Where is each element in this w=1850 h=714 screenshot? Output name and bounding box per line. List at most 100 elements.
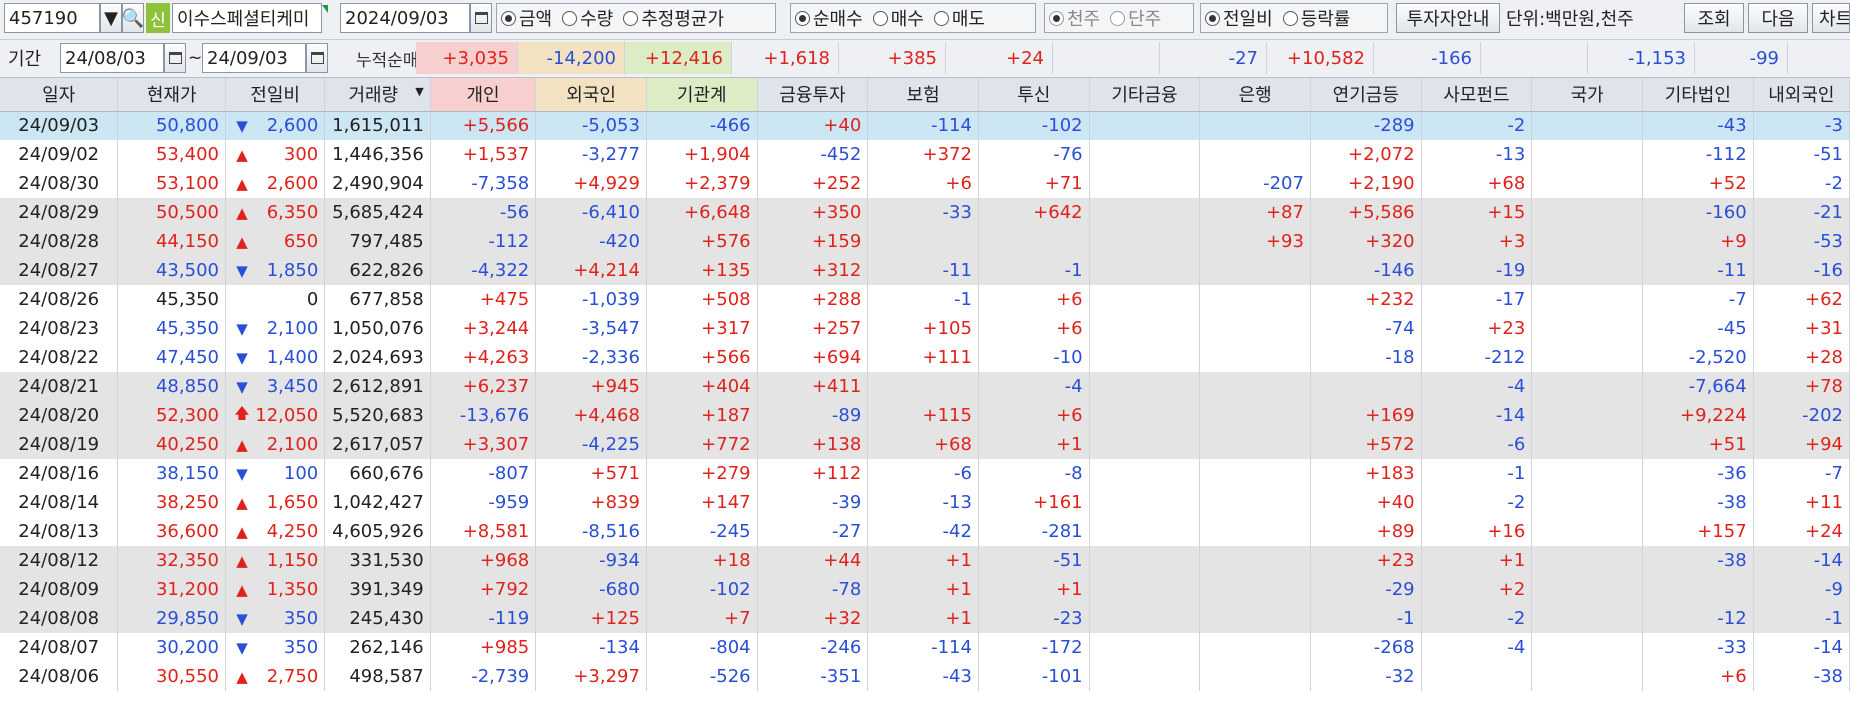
dropdown-arrow-icon[interactable]: ▼ bbox=[100, 3, 122, 33]
cell-net-value: -8 bbox=[978, 459, 1090, 488]
cell-net-value: -2 bbox=[1753, 169, 1850, 198]
table-row[interactable]: 24/08/12 32,350 ▲ 1,150 331,530 +968 -934 +18 +4… bbox=[0, 546, 1850, 575]
cumulative-value: -99 bbox=[1695, 42, 1788, 74]
calendar-icon[interactable] bbox=[306, 43, 328, 73]
header-bank[interactable]: 은행 bbox=[1199, 78, 1311, 112]
cell-net-value: +772 bbox=[646, 430, 758, 459]
cell-price: 45,350 bbox=[117, 285, 226, 314]
cell-net-value: -45 bbox=[1642, 314, 1754, 343]
chart-button[interactable]: 차트 bbox=[1812, 3, 1850, 33]
cell-net-value bbox=[1089, 401, 1201, 430]
cell-net-value: -11 bbox=[1642, 256, 1754, 285]
calendar-icon[interactable] bbox=[164, 43, 186, 73]
header-investment-trust[interactable]: 투신 bbox=[978, 78, 1090, 112]
cell-net-value: +115 bbox=[867, 401, 979, 430]
header-nation[interactable]: 국가 bbox=[1531, 78, 1643, 112]
cell-net-value: +6 bbox=[978, 401, 1090, 430]
radio-single-shares[interactable]: 단주 bbox=[1110, 5, 1161, 31]
table-row[interactable]: 24/08/22 47,450 ▼ 1,400 2,024,693 +4,263 -2,33… bbox=[0, 343, 1850, 372]
radio-net-buy[interactable]: 순매수 bbox=[795, 5, 863, 31]
table-row[interactable]: 24/08/16 38,150 ▼ 100 660,676 -807 +571 +279 +11… bbox=[0, 459, 1850, 488]
stock-code-input[interactable]: 457190 bbox=[4, 3, 100, 33]
cell-net-value: +68 bbox=[867, 430, 979, 459]
radio-avg-price[interactable]: 추정평균가 bbox=[623, 5, 724, 31]
cell-net-value: +24 bbox=[1753, 517, 1850, 546]
header-individual[interactable]: 개인 bbox=[430, 78, 537, 112]
stock-name-field[interactable]: 이수스페셜티케미 bbox=[172, 3, 322, 33]
cell-net-value: +15 bbox=[1421, 198, 1533, 227]
table-row[interactable]: 24/08/19 40,250 ▲ 2,100 2,617,057 +3,307 -4,22… bbox=[0, 430, 1850, 459]
period-from-input[interactable]: 24/08/03 bbox=[60, 43, 164, 73]
cell-net-value: +23 bbox=[1310, 546, 1422, 575]
search-icon[interactable]: 🔍 bbox=[122, 3, 144, 33]
cumulative-value: -166 bbox=[1374, 42, 1481, 74]
period-to-input[interactable]: 24/09/03 bbox=[202, 43, 306, 73]
cell-net-value: -89 bbox=[757, 401, 869, 430]
cell-price: 50,500 bbox=[117, 198, 226, 227]
table-row[interactable]: 24/08/23 45,350 ▼ 2,100 1,050,076 +3,244 -3,54… bbox=[0, 314, 1850, 343]
header-foreigner-other[interactable]: 내외국인 bbox=[1753, 78, 1850, 112]
cell-net-value: -38 bbox=[1753, 662, 1850, 691]
cell-net-value: -1 bbox=[1753, 604, 1850, 633]
calendar-icon[interactable] bbox=[470, 3, 492, 33]
table-row[interactable]: 24/08/26 45,350 0 677,858 +475 -1,039 +508 +288… bbox=[0, 285, 1850, 314]
investor-guide-button[interactable]: 투자자안내 bbox=[1396, 3, 1500, 33]
cell-net-value bbox=[1089, 633, 1201, 662]
table-row[interactable]: 24/08/06 30,550 ▲ 2,750 498,587 -2,739 +3,297-… bbox=[0, 662, 1850, 691]
table-row[interactable]: 24/08/21 48,850 ▼ 3,450 2,612,891 +6,237 +945 +… bbox=[0, 372, 1850, 401]
header-institution[interactable]: 기관계 bbox=[646, 78, 758, 112]
header-other-corp[interactable]: 기타법인 bbox=[1642, 78, 1754, 112]
header-financial-invest[interactable]: 금융투자 bbox=[757, 78, 869, 112]
cell-net-value: +252 bbox=[757, 169, 869, 198]
sort-dropdown-icon[interactable]: ▼ bbox=[415, 85, 423, 98]
radio-qty[interactable]: 수량 bbox=[562, 5, 613, 31]
next-button[interactable]: 다음 bbox=[1748, 3, 1808, 33]
radio-amount[interactable]: 금액 bbox=[501, 5, 552, 31]
table-row[interactable]: 24/09/02 53,400 ▲ 300 1,446,356 +1,537 -3,277 +… bbox=[0, 140, 1850, 169]
table-row[interactable]: 24/08/13 36,600 ▲ 4,250 4,605,926 +8,581 -8,51… bbox=[0, 517, 1850, 546]
date-input[interactable]: 2024/09/03 bbox=[340, 3, 470, 33]
table-row[interactable]: 24/08/07 30,200 ▼ 350 262,146 +985 -134 -804 -24… bbox=[0, 633, 1850, 662]
cell-net-value: -7,664 bbox=[1642, 372, 1754, 401]
query-button[interactable]: 조회 bbox=[1684, 3, 1744, 33]
table-row[interactable]: 24/08/09 31,200 ▲ 1,350 391,349 +792 -680 -102-… bbox=[0, 575, 1850, 604]
cell-diff: ▲ 2,600 bbox=[225, 169, 326, 198]
header-foreign[interactable]: 외국인 bbox=[535, 78, 647, 112]
radio-buy[interactable]: 매수 bbox=[872, 5, 924, 31]
table-row[interactable]: 24/08/28 44,150 ▲ 650 797,485 -112 -420 +576 +15… bbox=[0, 227, 1850, 256]
table-row[interactable]: 24/08/14 38,250 ▲ 1,650 1,042,427 -959 +839 +14… bbox=[0, 488, 1850, 517]
radio-thousand-shares[interactable]: 천주 bbox=[1049, 5, 1100, 31]
cell-net-value: -17 bbox=[1421, 285, 1533, 314]
cell-net-value: -2,336 bbox=[535, 343, 647, 372]
cell-net-value: -452 bbox=[757, 140, 869, 169]
header-diff[interactable]: 전일비 bbox=[225, 78, 326, 112]
cell-net-value: -4 bbox=[978, 372, 1090, 401]
table-row[interactable]: 24/08/27 43,500 ▼ 1,850 622,826 -4,322 +4,214 +… bbox=[0, 256, 1850, 285]
header-other-finance[interactable]: 기타금융 bbox=[1089, 78, 1201, 112]
table-row[interactable]: 24/08/20 52,300 🡅 12,050 5,520,683 -13,676 +4,… bbox=[0, 401, 1850, 430]
header-pension[interactable]: 연기금등 bbox=[1310, 78, 1422, 112]
table-row[interactable]: 24/09/03 50,800 ▼ 2,600 1,615,011 +5,566 -5,05… bbox=[0, 111, 1850, 140]
cell-diff: ▲ 300 bbox=[225, 140, 326, 169]
cell-price: 45,350 bbox=[117, 314, 226, 343]
radio-change-rate[interactable]: 등락률 bbox=[1282, 5, 1350, 31]
radio-sell[interactable]: 매도 bbox=[933, 5, 985, 31]
header-volume[interactable]: 거래량 ▼ bbox=[324, 78, 431, 112]
cell-net-value: -4 bbox=[1421, 633, 1533, 662]
cell-date: 24/08/06 bbox=[0, 662, 119, 691]
header-price[interactable]: 현재가 bbox=[117, 78, 226, 112]
radio-prev-diff[interactable]: 전일비 bbox=[1205, 5, 1273, 31]
cell-net-value: -33 bbox=[1642, 633, 1754, 662]
cell-date: 24/08/30 bbox=[0, 169, 119, 198]
cell-net-value: +572 bbox=[1310, 430, 1422, 459]
table-row[interactable]: 24/08/29 50,500 ▲ 6,350 5,685,424 -56 -6,410 +6… bbox=[0, 198, 1850, 227]
radio-on-icon bbox=[1205, 10, 1220, 26]
table-row[interactable]: 24/08/08 29,850 ▼ 350 245,430 -119 +125 +7 +32 +1… bbox=[0, 604, 1850, 633]
cell-net-value: +11 bbox=[1753, 488, 1850, 517]
cell-net-value: -14 bbox=[1421, 401, 1533, 430]
header-insurance[interactable]: 보험 bbox=[867, 78, 979, 112]
cell-net-value: -7 bbox=[1753, 459, 1850, 488]
header-date[interactable]: 일자 bbox=[0, 78, 119, 112]
header-private-fund[interactable]: 사모펀드 bbox=[1421, 78, 1533, 112]
table-row[interactable]: 24/08/30 53,100 ▲ 2,600 2,490,904 -7,358 +4,92… bbox=[0, 169, 1850, 198]
